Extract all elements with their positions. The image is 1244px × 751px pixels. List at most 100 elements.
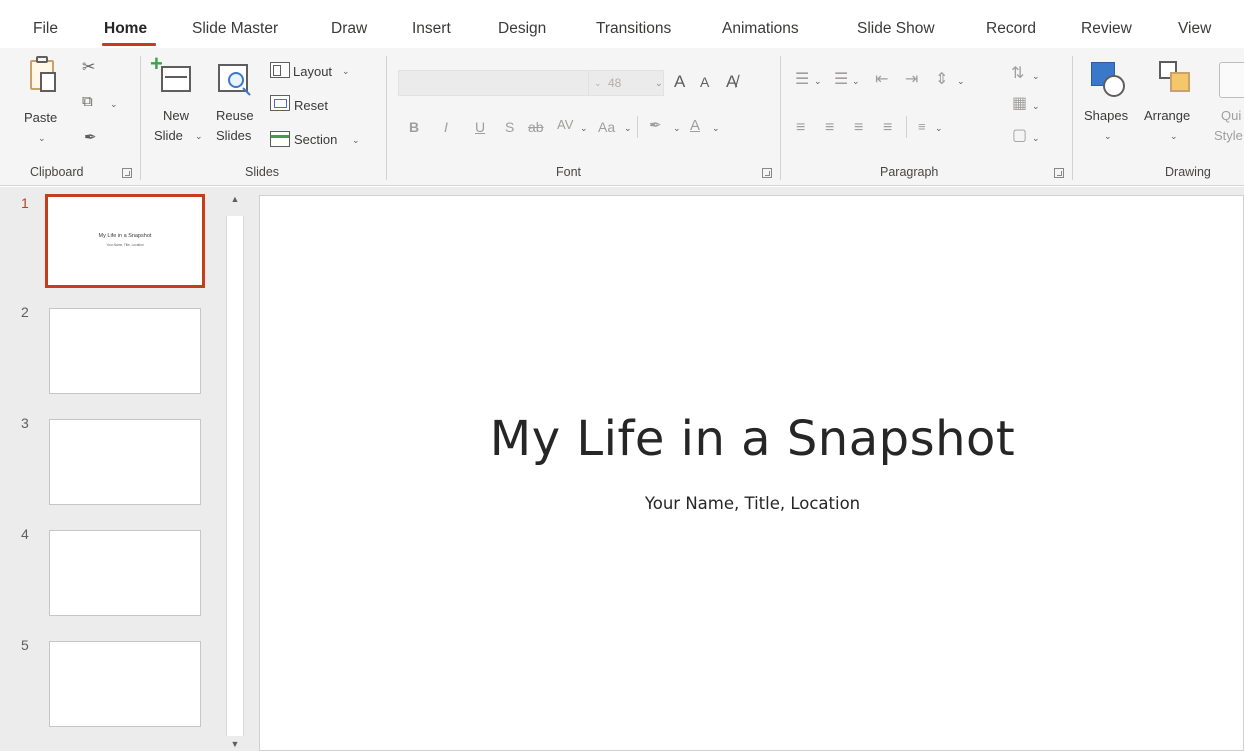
tab-draw[interactable]: Draw — [331, 20, 367, 38]
group-divider — [1072, 56, 1073, 180]
font-size-chevron-icon: ⌄ — [655, 78, 663, 88]
italic-icon[interactable]: I — [444, 120, 448, 134]
numbering-icon[interactable]: ☰ — [834, 72, 848, 88]
character-spacing-icon[interactable]: AV — [557, 118, 573, 131]
slide-thumbnail-5[interactable] — [49, 641, 201, 727]
chevron-down-icon[interactable]: ⌄ — [673, 124, 681, 133]
section-icon — [270, 131, 290, 147]
tab-slide-master[interactable]: Slide Master — [192, 20, 278, 38]
chevron-down-icon[interactable]: ⌄ — [712, 124, 720, 133]
chevron-down-icon[interactable]: ⌄ — [1032, 134, 1040, 143]
reuse-label-2: Slides — [216, 128, 252, 143]
slide-canvas[interactable]: My Life in a Snapshot Your Name, Title, … — [259, 195, 1244, 751]
columns-icon[interactable]: ≡ — [918, 120, 926, 133]
grow-font-icon[interactable]: A — [674, 73, 685, 90]
slide-thumbnail-pane: 1 My Life in a Snapshot Your Name, Title… — [0, 187, 226, 751]
text-shadow-icon[interactable]: S — [505, 120, 514, 134]
tab-transitions[interactable]: Transitions — [596, 20, 671, 38]
shrink-font-icon[interactable]: A — [700, 75, 709, 89]
chevron-down-icon[interactable]: ⌄ — [1032, 72, 1040, 81]
tab-insert[interactable]: Insert — [412, 20, 451, 38]
ribbon: Paste ⌄ ✂ ⧉ ⌄ ✒ Clipboard + New Slide ⌄ … — [0, 48, 1244, 186]
slide-number: 5 — [21, 637, 29, 653]
thumbnail-subtitle: Your Name, Title, Location — [106, 243, 144, 247]
align-right-icon[interactable]: ≡ — [854, 120, 863, 136]
underline-icon[interactable]: U — [475, 120, 485, 134]
slide-thumbnail-2[interactable] — [49, 308, 201, 394]
clipboard-clip-icon — [36, 56, 48, 63]
chevron-down-icon[interactable]: ⌄ — [624, 124, 632, 133]
paragraph-divider — [906, 116, 907, 138]
reuse-label: Reuse — [216, 108, 254, 123]
slides-group-label: Slides — [245, 165, 280, 179]
line-spacing-icon[interactable]: ⇕ — [935, 72, 948, 88]
tab-animations[interactable]: Animations — [722, 20, 799, 38]
paste-sheet-icon — [40, 72, 56, 92]
chevron-down-icon: ⌄ — [342, 66, 350, 76]
group-divider — [140, 56, 141, 180]
clipboard-group-label: Clipboard — [30, 165, 84, 179]
reset-icon — [270, 95, 290, 111]
font-launcher-icon[interactable] — [762, 168, 772, 178]
scroll-up-arrow-icon[interactable]: ▲ — [229, 193, 241, 205]
tab-review[interactable]: Review — [1081, 20, 1132, 38]
align-text-icon[interactable]: ▦ — [1012, 96, 1027, 112]
scrollbar-track[interactable] — [226, 216, 244, 736]
align-left-icon[interactable]: ≡ — [796, 120, 805, 136]
text-direction-icon[interactable]: ⇅ — [1011, 66, 1024, 82]
font-name-box[interactable] — [398, 70, 606, 96]
new-slide-label: New — [163, 108, 190, 123]
bullets-icon[interactable]: ☰ — [795, 72, 809, 88]
chevron-down-icon[interactable]: ⌄ — [935, 124, 943, 133]
chevron-down-icon: ⌄ — [38, 133, 46, 143]
change-case-icon[interactable]: Aa — [598, 120, 615, 134]
slide-title[interactable]: My Life in a Snapshot — [260, 411, 1244, 467]
format-painter-icon[interactable]: ✒ — [84, 130, 97, 145]
align-center-icon[interactable]: ≡ — [825, 120, 834, 136]
font-divider — [637, 116, 638, 138]
slide-thumbnail-1[interactable]: My Life in a Snapshot Your Name, Title, … — [45, 194, 205, 288]
increase-indent-icon[interactable]: ⇥ — [905, 72, 918, 88]
paragraph-launcher-icon[interactable] — [1054, 168, 1064, 178]
copy-icon[interactable]: ⧉ — [82, 94, 93, 109]
chevron-down-icon[interactable]: ⌄ — [580, 124, 588, 133]
tab-design[interactable]: Design — [498, 20, 546, 38]
chevron-down-icon[interactable]: ⌄ — [957, 77, 965, 86]
new-slide-icon — [161, 66, 191, 92]
tab-file[interactable]: File — [33, 20, 58, 38]
smartart-icon[interactable]: ▢ — [1012, 128, 1027, 144]
bold-icon[interactable]: B — [409, 120, 419, 134]
clipboard-launcher-icon[interactable] — [122, 168, 132, 178]
quick-styles-icon — [1219, 62, 1244, 98]
chevron-down-icon[interactable]: ⌄ — [814, 77, 822, 86]
shapes-circle-icon — [1103, 75, 1125, 97]
tab-home[interactable]: Home — [104, 20, 147, 38]
cut-icon[interactable]: ✂ — [82, 60, 95, 76]
slide-thumbnail-4[interactable] — [49, 530, 201, 616]
layout-label: Layout — [293, 64, 333, 79]
thumbnail-title: My Life in a Snapshot — [98, 233, 152, 239]
font-color-icon[interactable]: A — [690, 118, 700, 133]
tab-view[interactable]: View — [1178, 20, 1211, 38]
drawing-group-label: Drawing — [1165, 165, 1211, 179]
clear-formatting-icon[interactable]: A̸ — [726, 73, 737, 90]
new-slide-label-2: Slide — [154, 128, 183, 143]
tab-slide-show[interactable]: Slide Show — [857, 20, 935, 38]
group-divider — [386, 56, 387, 180]
copy-chevron-icon[interactable]: ⌄ — [110, 100, 118, 109]
strikethrough-icon[interactable]: ab — [528, 120, 544, 134]
scroll-down-arrow-icon[interactable]: ▼ — [229, 738, 241, 750]
highlighter-icon[interactable]: ✒ — [649, 118, 662, 133]
chevron-down-icon[interactable]: ⌄ — [1032, 102, 1040, 111]
shapes-label: Shapes — [1084, 108, 1129, 123]
paragraph-group-label: Paragraph — [880, 165, 939, 179]
tab-record[interactable]: Record — [986, 20, 1036, 38]
slide-subtitle[interactable]: Your Name, Title, Location — [260, 494, 1244, 513]
arrange-front-icon — [1170, 72, 1190, 92]
chevron-down-icon: ⌄ — [352, 135, 360, 145]
decrease-indent-icon[interactable]: ⇤ — [875, 72, 888, 88]
justify-icon[interactable]: ≡ — [883, 120, 892, 136]
slide-thumbnail-3[interactable] — [49, 419, 201, 505]
chevron-down-icon[interactable]: ⌄ — [852, 77, 860, 86]
ribbon-tabs: File Home Slide Master Draw Insert Desig… — [0, 0, 1244, 48]
